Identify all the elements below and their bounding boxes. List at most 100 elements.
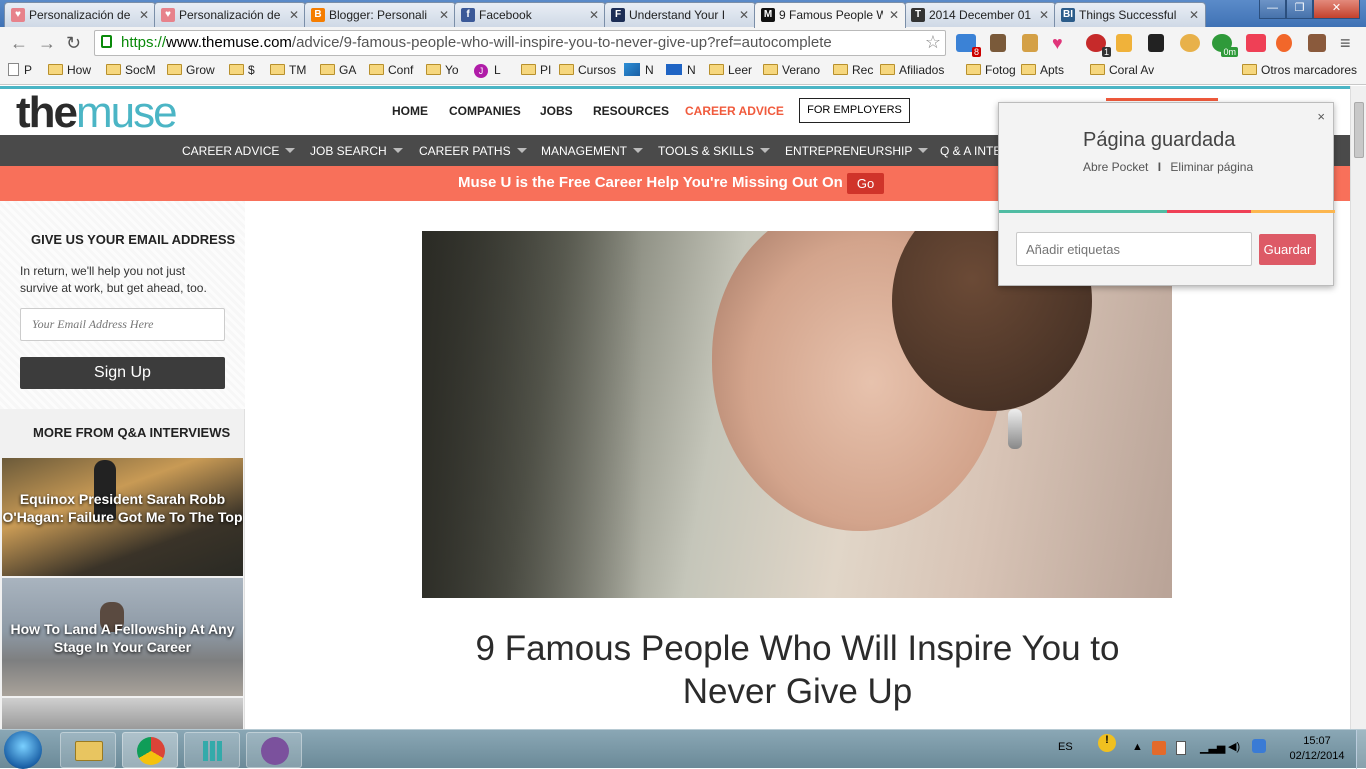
bookmark-item[interactable]: Coral Av — [1090, 63, 1154, 77]
bookmark-item[interactable]: JL — [474, 63, 501, 78]
tab[interactable]: T 2014 December 01 ✕ — [904, 2, 1056, 27]
tab[interactable]: ♥ Personalización de ✕ — [4, 2, 156, 27]
bookmark-item[interactable]: GA — [320, 63, 356, 77]
bookmark-item[interactable]: Rec — [833, 63, 873, 77]
tab-close-icon[interactable]: ✕ — [889, 8, 899, 22]
sign-up-button[interactable]: Sign Up — [20, 357, 225, 389]
email-field[interactable] — [20, 308, 225, 341]
bookmark-item[interactable]: Verano — [763, 63, 820, 77]
signal-icon[interactable]: ▁▃▅ — [1200, 741, 1225, 754]
other-bookmarks[interactable]: Otros marcadores — [1242, 63, 1357, 77]
nav-jobs[interactable]: JOBS — [540, 104, 573, 118]
secnav-tools-skills[interactable]: TOOLS & SKILLS — [658, 144, 770, 158]
volume-icon[interactable]: ◀) — [1228, 740, 1240, 753]
page-scrollbar[interactable] — [1350, 86, 1366, 729]
show-hidden-icons[interactable]: ▲ — [1132, 741, 1143, 753]
timer-extension-icon[interactable]: 0m — [1212, 34, 1238, 57]
bookmark-item[interactable]: Grow — [167, 63, 215, 77]
cat-icon[interactable] — [1180, 34, 1200, 52]
tab-close-icon[interactable]: ✕ — [1039, 8, 1049, 22]
heart-extension-icon[interactable]: ♥ — [1052, 34, 1072, 52]
bookmark-star-icon[interactable]: ☆ — [925, 32, 941, 53]
bookmark-item[interactable]: How — [48, 63, 91, 77]
bookmark-item[interactable]: N — [624, 63, 654, 77]
tab[interactable]: ♥ Personalización de ✕ — [154, 2, 306, 27]
secnav-qa-interviews[interactable]: Q & A INTE — [940, 144, 1001, 158]
remove-page-link[interactable]: Eliminar página — [1170, 160, 1253, 174]
bookmark-item[interactable]: Yo — [426, 63, 459, 77]
tab-close-icon[interactable]: ✕ — [289, 8, 299, 22]
minimize-button[interactable]: — — [1259, 0, 1286, 19]
tab-close-icon[interactable]: ✕ — [739, 8, 749, 22]
for-employers-button[interactable]: FOR EMPLOYERS — [799, 98, 910, 123]
tab-close-icon[interactable]: ✕ — [139, 8, 149, 22]
warning-icon[interactable]: ! — [1098, 734, 1116, 752]
adblock-icon[interactable]: 1 — [1086, 34, 1111, 57]
viber-taskbar-icon[interactable] — [246, 732, 302, 768]
nav-resources[interactable]: RESOURCES — [593, 104, 669, 118]
system-clock[interactable]: 15:07 02/12/2014 — [1285, 734, 1349, 764]
tab[interactable]: F Understand Your I ✕ — [604, 2, 756, 27]
save-button[interactable]: Guardar — [1259, 234, 1316, 265]
close-icon[interactable]: × — [1317, 109, 1325, 124]
banner-text[interactable]: Muse U is the Free Career Help You're Mi… — [458, 174, 843, 191]
plus-extension-icon[interactable]: 8 — [956, 34, 981, 57]
tab[interactable]: M 9 Famous People W ✕ — [754, 2, 906, 28]
article-card[interactable]: Equinox President Sarah Robb O'Hagan: Fa… — [2, 458, 243, 576]
forward-arrow-icon[interactable]: → — [38, 33, 56, 54]
bookmark-item[interactable]: Afiliados — [880, 63, 944, 77]
article-card[interactable]: How To Land A Fellowship At Any Stage In… — [2, 578, 243, 696]
tab-close-icon[interactable]: ✕ — [1189, 8, 1199, 22]
show-desktop-button[interactable] — [1356, 730, 1366, 769]
explorer-taskbar-icon[interactable] — [60, 732, 116, 768]
article-card[interactable] — [2, 698, 243, 729]
tray-app-icon[interactable] — [1152, 741, 1166, 755]
bookmark-item[interactable]: Conf — [369, 63, 413, 77]
tags-input[interactable] — [1016, 232, 1252, 266]
chrome-taskbar-icon[interactable] — [122, 732, 178, 768]
reload-icon[interactable]: ↻ — [66, 33, 81, 54]
secnav-job-search[interactable]: JOB SEARCH — [310, 144, 403, 158]
pencil-icon[interactable] — [1116, 34, 1132, 52]
banner-go-button[interactable]: Go — [847, 173, 884, 194]
pocket-icon[interactable] — [1246, 34, 1266, 52]
tab[interactable]: f Facebook ✕ — [454, 2, 606, 27]
tab-close-icon[interactable]: ✕ — [589, 8, 599, 22]
bookmark-item[interactable]: N — [666, 63, 696, 77]
device-icon[interactable] — [1176, 741, 1186, 755]
start-button[interactable] — [4, 731, 42, 769]
bookmark-item[interactable]: SocM — [106, 63, 156, 77]
bookmark-item[interactable]: Leer — [709, 63, 752, 77]
apps-taskbar-icon[interactable] — [184, 732, 240, 768]
bookmark-item[interactable]: $ — [229, 63, 255, 77]
fire-icon[interactable] — [1276, 34, 1292, 52]
themuse-logo[interactable]: themuse — [16, 88, 178, 138]
bookmark-item[interactable]: Fotog — [966, 63, 1016, 77]
secnav-entrepreneurship[interactable]: ENTREPRENEURSHIP — [785, 144, 929, 158]
nav-companies[interactable]: COMPANIES — [449, 104, 521, 118]
layers-icon[interactable] — [1148, 34, 1164, 52]
menu-icon[interactable]: ≡ — [1340, 33, 1351, 54]
nav-career-advice[interactable]: CAREER ADVICE — [685, 104, 784, 118]
tools-icon[interactable] — [1022, 34, 1038, 52]
close-window-button[interactable]: ✕ — [1313, 0, 1360, 19]
dropbox-icon[interactable] — [1252, 739, 1266, 753]
bookmark-item[interactable]: TM — [270, 63, 306, 77]
scrollbar-thumb[interactable] — [1354, 102, 1364, 158]
eyedropper-icon[interactable] — [990, 34, 1006, 52]
secnav-career-advice[interactable]: CAREER ADVICE — [182, 144, 296, 158]
open-pocket-link[interactable]: Abre Pocket — [1083, 160, 1148, 174]
tab[interactable]: B Blogger: Personali ✕ — [304, 2, 456, 27]
secnav-career-paths[interactable]: CAREER PATHS — [419, 144, 527, 158]
instagram-icon[interactable] — [1308, 34, 1326, 52]
tab-close-icon[interactable]: ✕ — [439, 8, 449, 22]
bookmark-item[interactable]: P — [8, 63, 32, 77]
secnav-management[interactable]: MANAGEMENT — [541, 144, 644, 158]
nav-home[interactable]: HOME — [392, 104, 428, 118]
bookmark-item[interactable]: PI — [521, 63, 551, 77]
maximize-button[interactable]: ❐ — [1286, 0, 1313, 19]
back-arrow-icon[interactable]: ← — [10, 33, 28, 54]
bookmark-item[interactable]: Apts — [1021, 63, 1064, 77]
bookmark-item[interactable]: Cursos — [559, 63, 616, 77]
tab[interactable]: BI Things Successful ✕ — [1054, 2, 1206, 27]
